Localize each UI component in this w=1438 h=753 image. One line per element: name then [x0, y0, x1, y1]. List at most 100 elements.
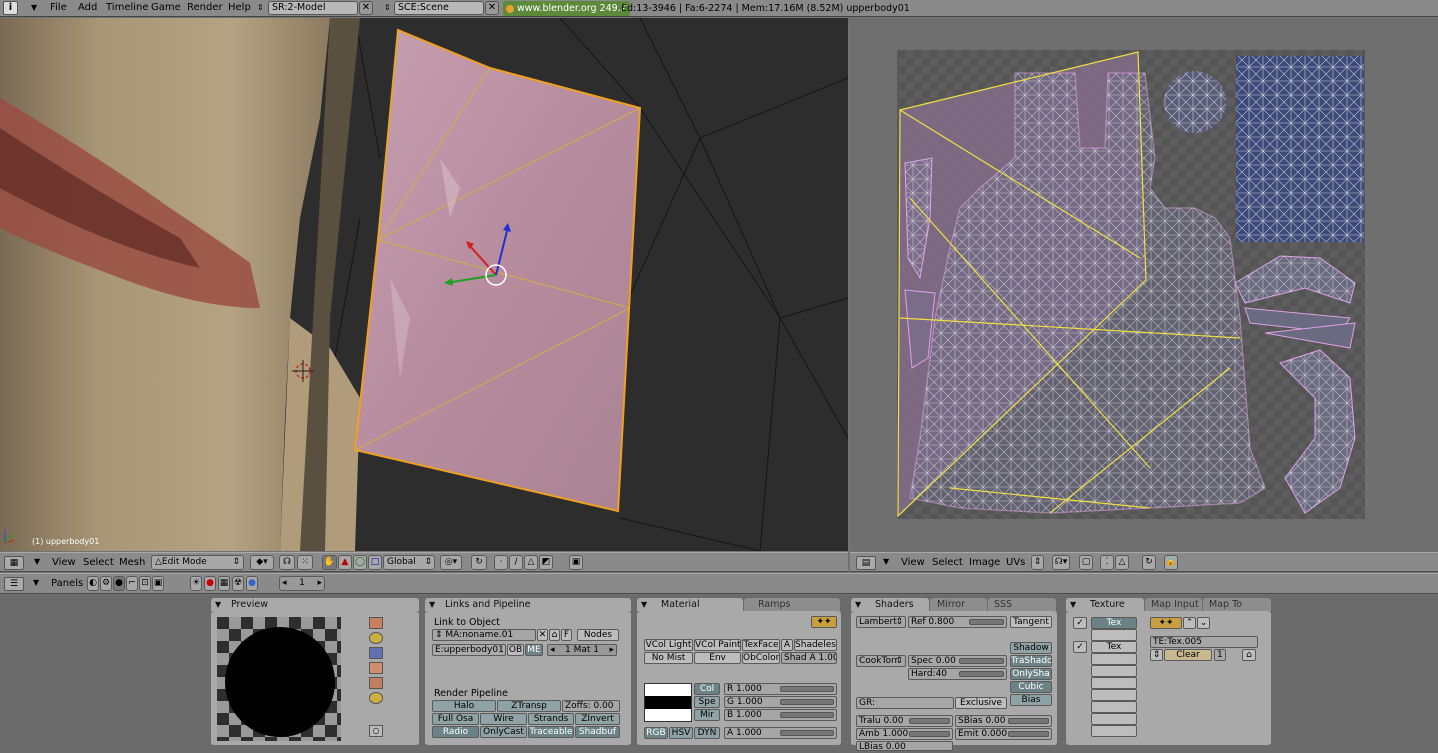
uv-pivot-icon[interactable]: ☊▾ [1052, 555, 1070, 570]
texture-tab[interactable]: ▼ Texture [1066, 598, 1144, 611]
zoffs-field[interactable]: Zoffs: 0.00 [562, 700, 620, 712]
nodes-button[interactable]: Nodes [577, 629, 619, 641]
strands-toggle[interactable]: Strands [528, 713, 574, 725]
texture-move-down-icon[interactable]: ⌄ [1197, 617, 1210, 629]
preview-cube-icon[interactable] [369, 647, 383, 659]
sbias-slider[interactable]: SBias 0.00 [955, 715, 1052, 727]
texture-slot-blank[interactable] [1091, 653, 1137, 665]
wire-toggle[interactable]: Wire [480, 713, 527, 725]
ob-button[interactable]: OB [507, 644, 524, 656]
texture-slot-blank[interactable] [1091, 701, 1137, 713]
zinvert-toggle[interactable]: ZInvert [575, 713, 620, 725]
proportional-edit-icon[interactable]: ◎▾ [440, 555, 462, 570]
uv-editor-type-icon[interactable]: ▤ [856, 556, 876, 570]
editing-context-icon[interactable]: ⊡ [139, 576, 151, 591]
layer-button[interactable]: ⁙ [297, 555, 313, 570]
links-panel-header[interactable]: ▼ Links and Pipeline [425, 598, 631, 611]
onlycast-toggle[interactable]: OnlyCast [480, 726, 527, 738]
preview-sphere-icon[interactable] [369, 632, 383, 644]
texture-slot-blank[interactable] [1091, 677, 1137, 689]
orientation-select[interactable]: Global ⇕ [383, 555, 435, 570]
buttons-collapse-icon[interactable]: ▼ [33, 578, 39, 587]
screen-browse-icon[interactable]: ⇕ [257, 3, 264, 12]
vcol-light-toggle[interactable]: VCol Light [644, 639, 693, 651]
scene-context-icon[interactable]: ▣ [152, 576, 164, 591]
spec-color-swatch[interactable] [645, 696, 691, 709]
sss-tab[interactable]: SSS [988, 598, 1056, 611]
pivot-button[interactable]: ☊ [279, 555, 295, 570]
texture-slot-blank[interactable] [1091, 725, 1137, 737]
shadeless-toggle[interactable]: Shadeles [794, 639, 837, 651]
texture-name-field[interactable]: TE:Tex.005 [1150, 636, 1258, 648]
texture-slot-2[interactable]: Tex [1091, 641, 1137, 653]
info-editor-icon[interactable]: i [3, 1, 18, 15]
rgb-button[interactable]: RGB [644, 727, 668, 739]
world-subcontext-icon[interactable]: ● [246, 576, 258, 591]
uv-menu-select[interactable]: Select [932, 557, 963, 568]
radio-toggle[interactable]: Radio [432, 726, 479, 738]
material-fake-user-icon[interactable]: ⌂ [549, 629, 560, 641]
menu-game[interactable]: Game [151, 2, 181, 13]
texture-copy-paste-icon[interactable]: ✦✦ [1150, 617, 1182, 629]
me-button[interactable]: ME [525, 644, 543, 656]
texture-slot-1-checkbox[interactable]: ✓ [1073, 617, 1087, 629]
edge-select-icon[interactable]: / [509, 555, 523, 570]
preview-hair-icon[interactable] [369, 677, 383, 689]
menu-file[interactable]: File [50, 2, 67, 13]
light-group-field[interactable]: GR: [856, 697, 954, 709]
material-copy-paste-icon[interactable]: ✦✦ [811, 616, 837, 628]
uv-face-select-icon[interactable]: △ [1115, 555, 1129, 570]
lamp-subcontext-icon[interactable]: ☀ [190, 576, 202, 591]
ramps-tab[interactable]: Ramps [744, 598, 840, 611]
menu-panels[interactable]: Panels [51, 578, 83, 589]
halo-toggle[interactable]: Halo [432, 700, 496, 712]
preview-refresh-icon[interactable]: ○ [369, 725, 383, 737]
preview-monkey-icon[interactable] [369, 662, 383, 674]
uv-menu-view[interactable]: View [901, 557, 925, 568]
map-to-tab[interactable]: Map To [1203, 598, 1271, 611]
texture-move-up-icon[interactable]: ⌃ [1183, 617, 1196, 629]
diffuse-shader-select[interactable]: Lambert ⇕ [856, 616, 906, 628]
object-context-icon[interactable]: ⌐ [126, 576, 138, 591]
hard-slider[interactable]: Hard:40 [908, 668, 1007, 680]
vertex-select-icon[interactable]: · [494, 555, 508, 570]
texture-slot-1[interactable]: Tex [1091, 617, 1137, 629]
ref-slider[interactable]: Ref 0.800 [908, 616, 1007, 628]
screen-delete-button[interactable]: ✕ [359, 1, 373, 15]
env-toggle[interactable]: Env [694, 652, 741, 664]
alpha-slider[interactable]: A 1.000 [724, 727, 837, 739]
material-name-field[interactable]: ⇕ MA:noname.01 [432, 629, 536, 641]
screen-name-field[interactable]: SR:2-Model [268, 1, 358, 15]
mesh-link-field[interactable]: E:upperbody01 [432, 644, 506, 656]
obcolor-toggle[interactable]: ObColor [742, 652, 780, 664]
spe-button[interactable]: Spe [694, 696, 720, 708]
material-unlink-button[interactable]: ✕ [537, 629, 548, 641]
onlyshadow-toggle[interactable]: OnlySha [1010, 668, 1052, 680]
texture-browse-icon[interactable]: ⇕ [1150, 649, 1163, 661]
uv-sync-icon[interactable]: ▢ [1079, 555, 1093, 570]
cubic-toggle[interactable]: Cubic [1010, 681, 1052, 693]
menu-collapse-icon[interactable]: ▼ [31, 3, 37, 12]
texture-clear-button[interactable]: Clear [1164, 649, 1212, 661]
texture-slot-blank[interactable] [1091, 689, 1137, 701]
preview-flat-icon[interactable] [369, 617, 383, 629]
texture-slot-blank[interactable] [1091, 713, 1137, 725]
face-select-icon[interactable]: △ [524, 555, 538, 570]
radio-subcontext-icon[interactable]: ☢ [232, 576, 244, 591]
scene-delete-button[interactable]: ✕ [485, 1, 499, 15]
uv-lock-icon[interactable]: 🔒 [1164, 555, 1178, 570]
logic-context-icon[interactable]: ◐ [87, 576, 99, 591]
ztransp-toggle[interactable]: ZTransp [497, 700, 561, 712]
menu-mesh[interactable]: Mesh [119, 557, 145, 568]
menu-select[interactable]: Select [83, 557, 114, 568]
traceable-toggle[interactable]: Traceable [528, 726, 574, 738]
editor-type-icon[interactable]: ▦ [4, 556, 24, 570]
uv-snap-icon[interactable]: ↻ [1142, 555, 1156, 570]
preview-sky-icon[interactable] [369, 692, 383, 704]
image-browse-icon[interactable]: ⇕ [1031, 555, 1044, 570]
amb-slider[interactable]: Amb 1.000 [856, 728, 953, 740]
material-index-field[interactable]: ◂ 1 Mat 1 ▸ [547, 644, 617, 656]
b-slider[interactable]: B 1.000 [724, 709, 837, 721]
texture-slot-blank[interactable] [1091, 665, 1137, 677]
texture-slot-2-checkbox[interactable]: ✓ [1073, 641, 1087, 653]
